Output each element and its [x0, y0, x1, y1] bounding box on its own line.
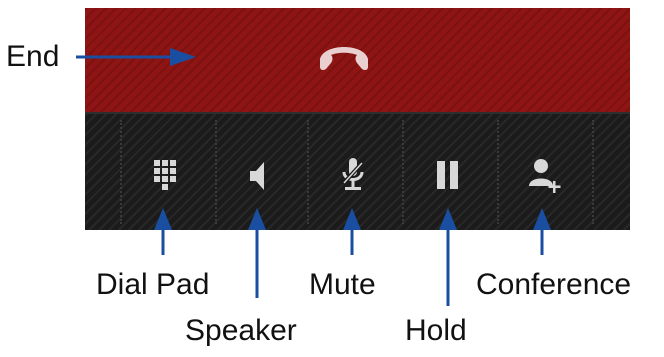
conference-button[interactable] — [521, 154, 565, 198]
end-call-button[interactable] — [85, 8, 630, 112]
speaker-label: Speaker — [185, 314, 297, 347]
speaker-button[interactable] — [235, 154, 279, 198]
mute-label: Mute — [309, 268, 376, 301]
divider — [592, 120, 594, 224]
divider — [215, 120, 217, 224]
pause-icon — [437, 161, 458, 189]
divider — [120, 120, 122, 224]
divider — [307, 120, 309, 224]
hold-label: Hold — [405, 314, 467, 347]
add-person-icon — [529, 159, 561, 193]
in-call-controls — [85, 112, 630, 230]
conference-label: Conference — [476, 268, 632, 301]
hang-up-icon — [320, 47, 368, 71]
microphone-muted-icon — [341, 158, 365, 190]
dialpad-icon — [154, 160, 176, 190]
dial-pad-label: Dial Pad — [96, 268, 210, 301]
dial-pad-button[interactable] — [143, 154, 187, 198]
hold-button[interactable] — [426, 154, 470, 198]
speaker-icon — [250, 162, 264, 190]
end-label: End — [6, 40, 60, 73]
mute-button[interactable] — [331, 154, 375, 198]
divider — [402, 120, 404, 224]
call-screen — [85, 8, 630, 230]
divider — [497, 120, 499, 224]
